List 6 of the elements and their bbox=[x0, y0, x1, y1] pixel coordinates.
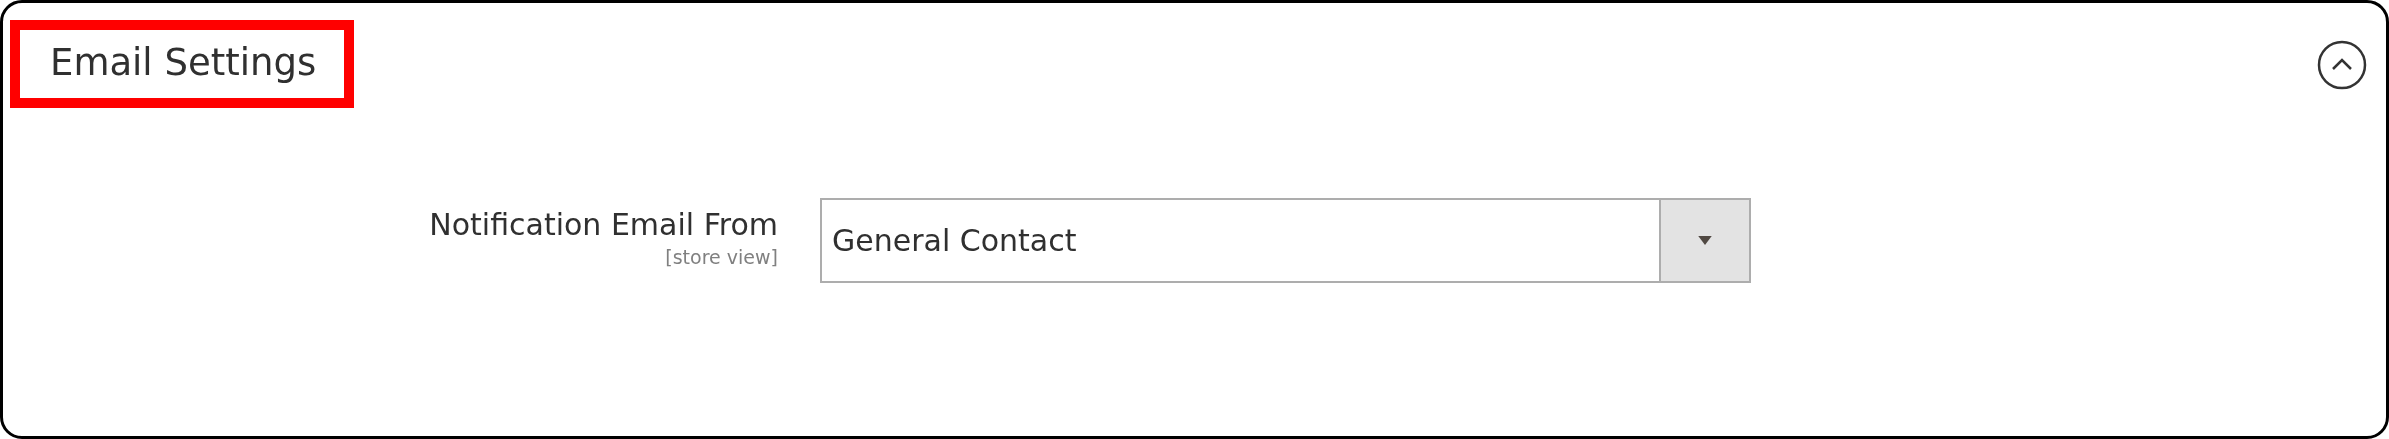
collapse-icon[interactable] bbox=[2317, 40, 2367, 90]
field-label: Notification Email From bbox=[429, 206, 778, 244]
scope-label: [store view] bbox=[665, 245, 778, 270]
section-title[interactable]: Email Settings bbox=[10, 20, 355, 108]
caret-icon bbox=[1698, 236, 1712, 245]
select-field[interactable]: General Contact bbox=[820, 198, 1751, 283]
